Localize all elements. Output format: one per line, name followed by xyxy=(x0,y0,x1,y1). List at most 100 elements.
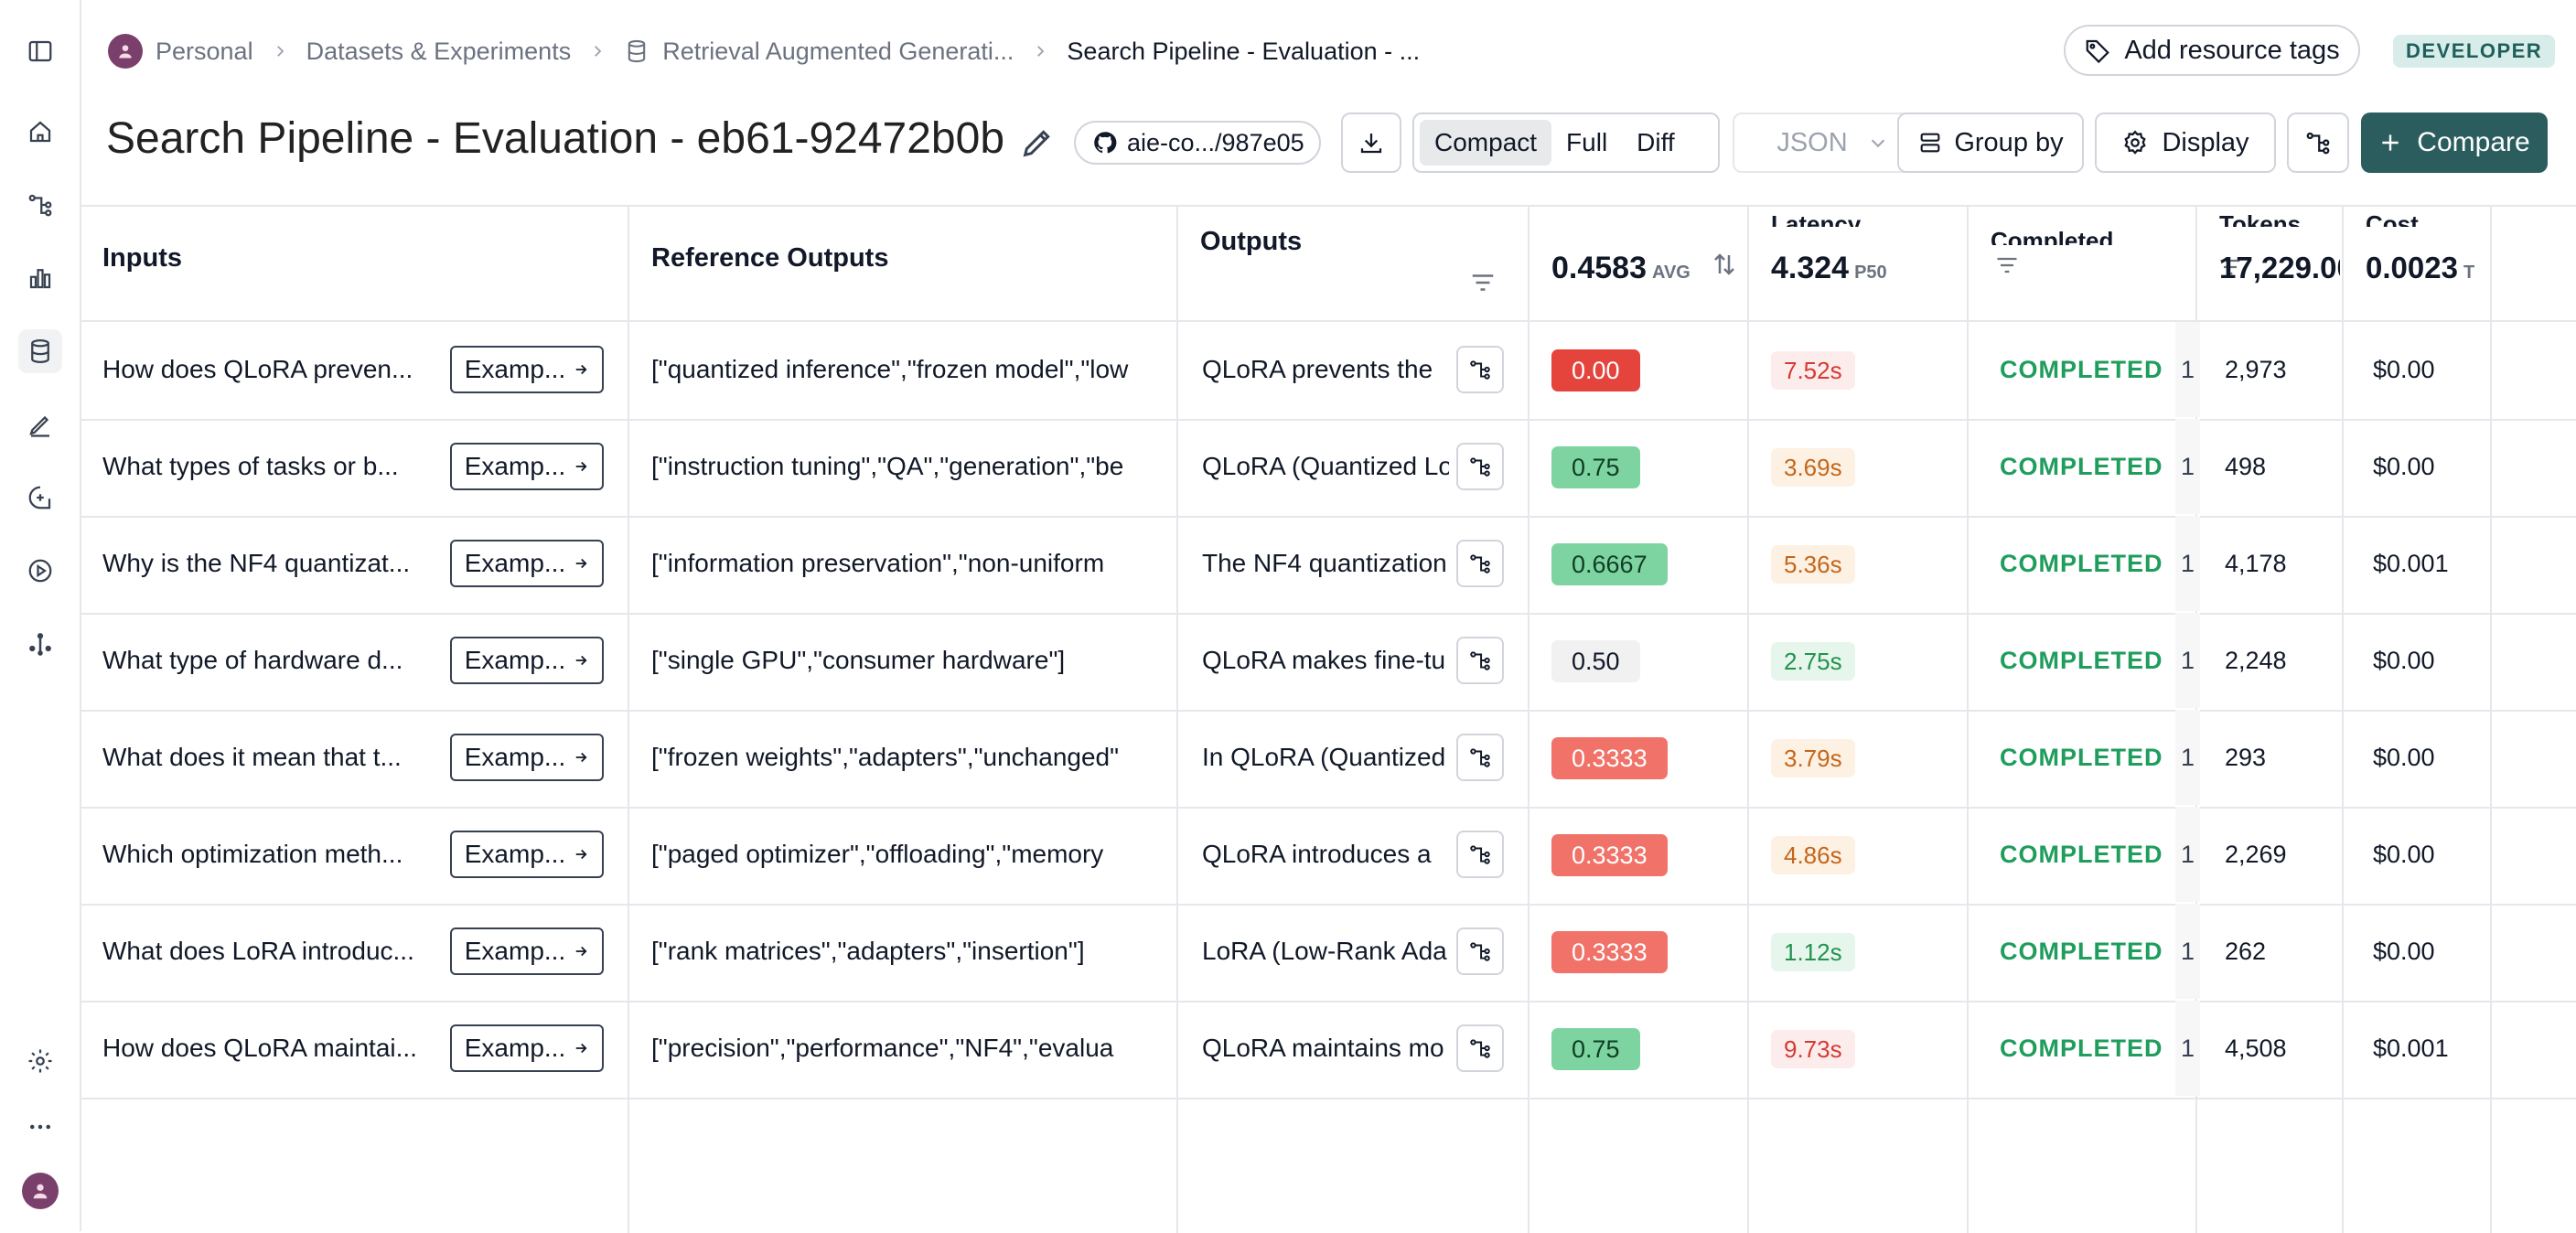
column-header-reference-outputs[interactable]: Reference Outputs xyxy=(651,243,888,273)
output-cell[interactable]: QLoRA (Quantized Lo xyxy=(1202,419,1449,514)
input-cell[interactable]: How does QLoRA preven... xyxy=(102,322,441,417)
prompts-icon[interactable] xyxy=(18,476,62,520)
reference-output-cell[interactable]: ["information preservation","non-uniform xyxy=(651,516,1176,611)
download-button[interactable] xyxy=(1341,113,1401,173)
example-link-button[interactable]: Examp... xyxy=(450,1024,604,1072)
open-trace-button[interactable] xyxy=(1456,734,1504,781)
open-trace-button[interactable] xyxy=(1456,443,1504,490)
breadcrumb-dataset[interactable]: Retrieval Augmented Generati... xyxy=(624,38,1014,66)
example-link-button[interactable]: Examp... xyxy=(450,734,604,781)
deployments-icon[interactable] xyxy=(18,622,62,666)
table-row[interactable]: What type of hardware d... Examp... ["sing… xyxy=(80,613,2576,712)
example-link-button[interactable]: Examp... xyxy=(450,637,604,684)
tracing-icon[interactable] xyxy=(18,183,62,227)
breadcrumb-datasets[interactable]: Datasets & Experiments xyxy=(306,38,572,66)
view-full[interactable]: Full xyxy=(1551,120,1622,166)
input-cell[interactable]: What does LoRA introduc... xyxy=(102,904,441,999)
score-badge[interactable]: 0.3333 xyxy=(1551,931,1668,973)
score-badge[interactable]: 0.00 xyxy=(1551,349,1640,391)
input-cell[interactable]: What type of hardware d... xyxy=(102,613,441,708)
open-trace-button[interactable] xyxy=(1456,1024,1504,1072)
breadcrumb-label: Personal xyxy=(156,37,253,65)
settings-icon[interactable] xyxy=(18,1039,62,1083)
score-badge[interactable]: 0.75 xyxy=(1551,1028,1640,1070)
input-cell[interactable]: How does QLoRA maintai... xyxy=(102,1001,441,1096)
arrow-right-icon xyxy=(565,458,589,475)
column-header-cost[interactable]: 0.0023 T xyxy=(2366,251,2488,285)
home-icon[interactable] xyxy=(18,110,62,154)
input-cell[interactable]: Why is the NF4 quantizat... xyxy=(102,516,441,611)
breadcrumb: Personal Datasets & Experiments Retrieva… xyxy=(108,31,1420,71)
column-header-completed[interactable]: Completed xyxy=(1991,227,2113,245)
edit-pencil-icon[interactable] xyxy=(1019,124,1056,161)
breadcrumb-personal[interactable]: Personal xyxy=(108,34,253,69)
trace-view-button[interactable] xyxy=(2287,113,2349,173)
latency-p50-suffix: P50 xyxy=(1854,263,1887,283)
column-header-tokens[interactable]: 17,229.00 xyxy=(2219,251,2340,285)
open-trace-button[interactable] xyxy=(1456,637,1504,684)
example-link-button[interactable]: Examp... xyxy=(450,443,604,490)
reference-output-cell[interactable]: ["instruction tuning","QA","generation",… xyxy=(651,419,1176,514)
input-cell[interactable]: What types of tasks or b... xyxy=(102,419,441,514)
table-row[interactable]: Why is the NF4 quantizat... Examp... ["inf… xyxy=(80,516,2576,615)
compare-button[interactable]: Compare xyxy=(2361,113,2548,173)
open-trace-button[interactable] xyxy=(1456,927,1504,975)
more-icon[interactable] xyxy=(18,1105,62,1149)
status-badge: COMPLETED xyxy=(2000,646,2163,674)
github-commit-chip[interactable]: aie-co.../987e05 xyxy=(1074,121,1321,165)
playground-icon[interactable] xyxy=(18,549,62,593)
sidebar-toggle-icon[interactable] xyxy=(18,29,62,73)
score-badge[interactable]: 0.75 xyxy=(1551,446,1640,488)
column-header-inputs[interactable]: Inputs xyxy=(102,243,182,273)
datasets-icon[interactable] xyxy=(18,329,62,373)
score-badge[interactable]: 0.3333 xyxy=(1551,834,1668,876)
reference-output-cell[interactable]: ["single GPU","consumer hardware"] xyxy=(651,613,1176,708)
column-header-score[interactable]: 0.4583 AVG xyxy=(1551,251,1690,286)
output-cell[interactable]: QLoRA maintains mo xyxy=(1202,1001,1449,1096)
output-cell[interactable]: The NF4 quantization xyxy=(1202,516,1449,611)
score-badge[interactable]: 0.3333 xyxy=(1551,737,1668,779)
reference-output-cell[interactable]: ["precision","performance","NF4","evalua xyxy=(651,1001,1176,1096)
view-diff[interactable]: Diff xyxy=(1622,120,1690,166)
score-badge[interactable]: 0.6667 xyxy=(1551,543,1668,585)
input-cell[interactable]: Which optimization meth... xyxy=(102,807,441,902)
column-header-outputs[interactable]: Outputs xyxy=(1200,227,1302,257)
filter-icon[interactable] xyxy=(1994,252,2020,278)
score-badge[interactable]: 0.50 xyxy=(1551,640,1640,682)
example-link-button[interactable]: Examp... xyxy=(450,540,604,587)
input-cell[interactable]: What does it mean that t... xyxy=(102,710,441,805)
table-row[interactable]: What does LoRA introduc... Examp... ["rank… xyxy=(80,904,2576,1002)
example-link-button[interactable]: Examp... xyxy=(450,346,604,393)
reference-output-cell[interactable]: ["rank matrices","adapters","insertion"] xyxy=(651,904,1176,999)
dashboards-icon[interactable] xyxy=(18,256,62,300)
table-row[interactable]: Which optimization meth... Examp... ["page… xyxy=(80,807,2576,906)
group-by-button[interactable]: Group by xyxy=(1897,113,2084,173)
open-trace-button[interactable] xyxy=(1456,831,1504,878)
column-header-latency[interactable]: 4.324 P50 xyxy=(1771,251,1887,286)
display-button[interactable]: Display xyxy=(2095,113,2276,173)
example-link-button[interactable]: Examp... xyxy=(450,927,604,975)
reference-output-cell[interactable]: ["frozen weights","adapters","unchanged" xyxy=(651,710,1176,805)
table-row[interactable]: What does it mean that t... Examp... ["fro… xyxy=(80,710,2576,809)
reference-output-cell[interactable]: ["paged optimizer","offloading","memory xyxy=(651,807,1176,902)
view-compact[interactable]: Compact xyxy=(1420,120,1552,166)
table-row[interactable]: How does QLoRA maintai... Examp... ["preci… xyxy=(80,1001,2576,1099)
output-cell[interactable]: LoRA (Low-Rank Ada xyxy=(1202,904,1449,999)
open-trace-button[interactable] xyxy=(1456,540,1504,587)
output-cell[interactable]: QLoRA introduces a xyxy=(1202,807,1449,902)
output-cell[interactable]: In QLoRA (Quantized xyxy=(1202,710,1449,805)
output-cell[interactable]: QLoRA makes fine-tu xyxy=(1202,613,1449,708)
table-row[interactable]: How does QLoRA preven... Examp... ["quanti… xyxy=(80,322,2576,421)
add-resource-tags-button[interactable]: Add resource tags xyxy=(2064,25,2360,76)
example-link-label: Examp... xyxy=(464,452,566,480)
reference-output-cell[interactable]: ["quantized inference","frozen model","l… xyxy=(651,322,1176,417)
example-link-button[interactable]: Examp... xyxy=(450,831,604,878)
left-rail xyxy=(0,0,81,1231)
filter-icon[interactable] xyxy=(1469,269,1497,296)
table-row[interactable]: What types of tasks or b... Examp... ["ins… xyxy=(80,419,2576,518)
open-trace-button[interactable] xyxy=(1456,346,1504,393)
annotation-icon[interactable] xyxy=(18,402,62,446)
output-cell[interactable]: QLoRA prevents the xyxy=(1202,322,1449,417)
user-avatar[interactable] xyxy=(22,1173,59,1209)
sort-icon[interactable] xyxy=(1711,249,1738,280)
